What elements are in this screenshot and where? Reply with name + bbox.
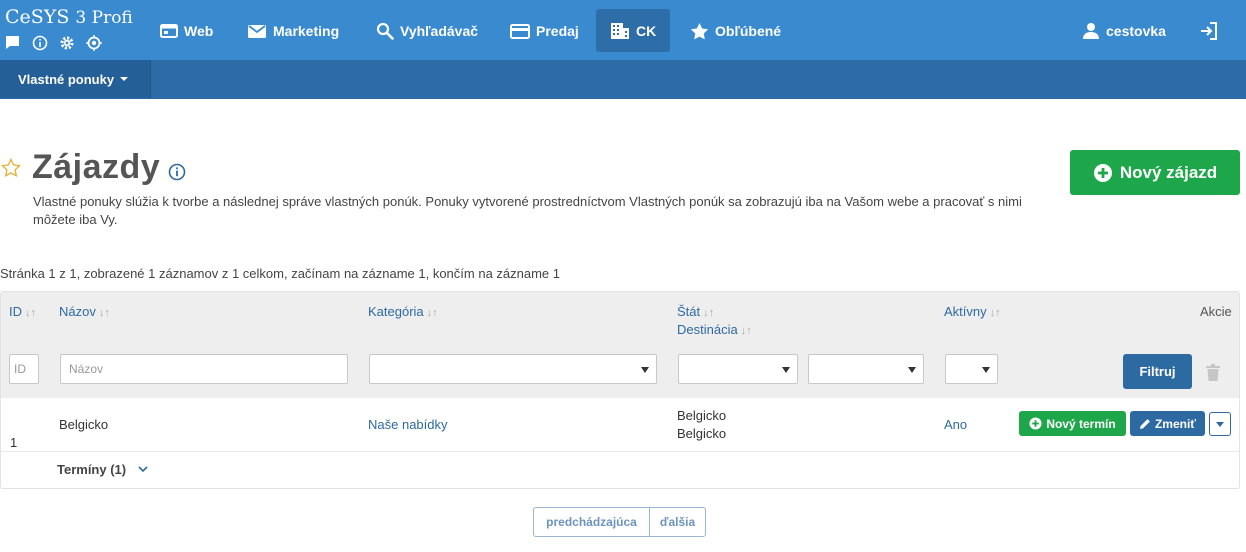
pagination: predchádzajúca ďalšia	[533, 507, 706, 537]
star-icon	[690, 22, 709, 39]
new-tour-label: Nový zájazd	[1119, 162, 1218, 182]
edit-button[interactable]: Zmeniť	[1130, 411, 1205, 436]
new-term-button[interactable]: Nový termín	[1019, 411, 1126, 436]
column-state[interactable]: Štát ↓↑	[677, 304, 714, 319]
envelope-icon	[248, 24, 266, 38]
tab-vlastne-ponuky[interactable]: Vlastné ponuky	[0, 60, 151, 98]
app-logo[interactable]: CeSYS 3 Profi	[5, 6, 133, 51]
column-destination[interactable]: Destinácia ↓↑	[677, 322, 752, 337]
filter-state-select[interactable]	[678, 354, 798, 384]
sort-icon: ↓↑	[740, 325, 752, 337]
trash-icon[interactable]	[1206, 364, 1220, 381]
nav-web[interactable]: Web	[160, 9, 213, 52]
pagination-prev[interactable]: predchádzajúca	[534, 508, 650, 536]
filter-button[interactable]: Filtruj	[1123, 354, 1192, 389]
nav-marketing-label: Marketing	[273, 22, 340, 39]
browser-window-icon	[160, 23, 178, 38]
column-id[interactable]: ID ↓↑	[9, 304, 36, 319]
sort-icon: ↓↑	[989, 307, 1001, 319]
column-name[interactable]: Názov ↓↑	[59, 304, 110, 319]
column-destination-label: Destinácia	[677, 322, 738, 337]
sort-icon: ↓↑	[25, 307, 36, 319]
row-active-link[interactable]: Ano	[944, 417, 967, 432]
filter-name-input[interactable]: Názov	[60, 354, 348, 384]
column-id-label: ID	[9, 304, 22, 319]
row-destination: Belgicko	[677, 426, 727, 441]
nav-ck[interactable]: CK	[596, 9, 671, 52]
tours-table: ID ↓↑ Názov ↓↑ Kategória ↓↑ Štát ↓↑ Destinác…	[0, 291, 1240, 489]
records-summary: Stránka 1 z 1, zobrazené 1 záznamov z 1 …	[0, 266, 561, 281]
search-icon	[376, 22, 394, 40]
column-active[interactable]: Aktívny ↓↑	[944, 304, 1001, 319]
new-term-label: Nový termín	[1046, 416, 1116, 431]
plus-circle-icon	[1029, 417, 1042, 430]
filter-active-select[interactable]	[945, 354, 998, 384]
column-state-label: Štát	[677, 304, 701, 319]
nav-search-label: Vyhľadávač	[400, 22, 479, 39]
row-name: Belgicko	[59, 417, 109, 432]
user-menu[interactable]: cestovka	[1082, 9, 1166, 52]
table-header: ID ↓↑ Názov ↓↑ Kategória ↓↑ Štát ↓↑ Destinác…	[1, 292, 1239, 398]
row-category-link[interactable]: Naše nabídky	[368, 417, 448, 432]
plus-circle-icon	[1093, 163, 1112, 182]
nav-favorites[interactable]: Obľúbené	[690, 9, 781, 52]
logo-icon-row	[5, 35, 105, 51]
chevron-down-icon	[138, 466, 148, 473]
logo-brand: CeSYS	[5, 6, 70, 28]
credit-card-icon	[510, 23, 530, 39]
filter-category-select[interactable]	[369, 354, 657, 384]
nav-web-label: Web	[184, 22, 214, 39]
nav-ck-label: CK	[636, 22, 657, 39]
info-icon[interactable]	[32, 35, 48, 51]
page-description: Vlastné ponuky slúžia k tvorbe a následn…	[33, 194, 1022, 227]
column-name-label: Názov	[59, 304, 96, 319]
target-icon[interactable]	[86, 35, 102, 51]
terms-label: Termíny (1)	[57, 462, 127, 477]
column-actions: Akcie	[1200, 304, 1232, 319]
tab-vlastne-ponuky-label: Vlastné ponuky	[18, 71, 115, 87]
sort-icon: ↓↑	[703, 307, 715, 319]
table-row: 1 Belgicko Naše nabídky Belgicko Belgick…	[1, 398, 1239, 452]
chat-icon[interactable]	[5, 35, 21, 51]
nav-sales[interactable]: Predaj	[510, 9, 579, 52]
logo-text: CeSYS 3 Profi	[5, 6, 133, 29]
nav-sales-label: Predaj	[536, 22, 579, 39]
row-id: 1	[10, 435, 18, 450]
logout-icon	[1201, 21, 1217, 40]
column-category[interactable]: Kategória ↓↑	[368, 304, 438, 319]
column-category-label: Kategória	[368, 304, 424, 319]
info-icon[interactable]	[168, 163, 186, 181]
filter-id-input[interactable]: ID	[9, 354, 39, 384]
logo-version: 3 Profi	[75, 8, 133, 28]
column-active-label: Aktívny	[944, 304, 987, 319]
pencil-icon	[1139, 418, 1150, 429]
row-actions-dropdown[interactable]	[1209, 412, 1231, 436]
logout-button[interactable]	[1199, 9, 1225, 52]
row-state: Belgicko	[677, 408, 727, 423]
user-name: cestovka	[1106, 22, 1166, 39]
nav-search[interactable]: Vyhľadávač	[376, 9, 478, 52]
sort-icon: ↓↑	[98, 307, 110, 319]
top-navigation-bar: CeSYS 3 Profi Web Marketing Vyhľadávač P…	[0, 0, 1246, 60]
user-icon	[1083, 22, 1099, 39]
page-title: Zájazdy	[32, 148, 161, 186]
new-tour-button[interactable]: Nový zájazd	[1070, 150, 1240, 195]
pagination-next[interactable]: ďalšia	[650, 508, 705, 536]
edit-label: Zmeniť	[1154, 416, 1197, 431]
chevron-down-icon	[120, 77, 129, 81]
nav-marketing[interactable]: Marketing	[247, 9, 339, 52]
favorite-star-icon[interactable]	[1, 158, 21, 177]
sort-icon: ↓↑	[426, 307, 438, 319]
sub-navigation-bar: Vlastné ponuky	[0, 60, 1246, 99]
nav-favorites-label: Obľúbené	[715, 22, 782, 39]
building-icon	[611, 22, 629, 39]
filter-destination-select[interactable]	[808, 354, 924, 384]
terms-toggle[interactable]: Termíny (1)	[57, 462, 148, 477]
gear-icon[interactable]	[59, 35, 75, 51]
